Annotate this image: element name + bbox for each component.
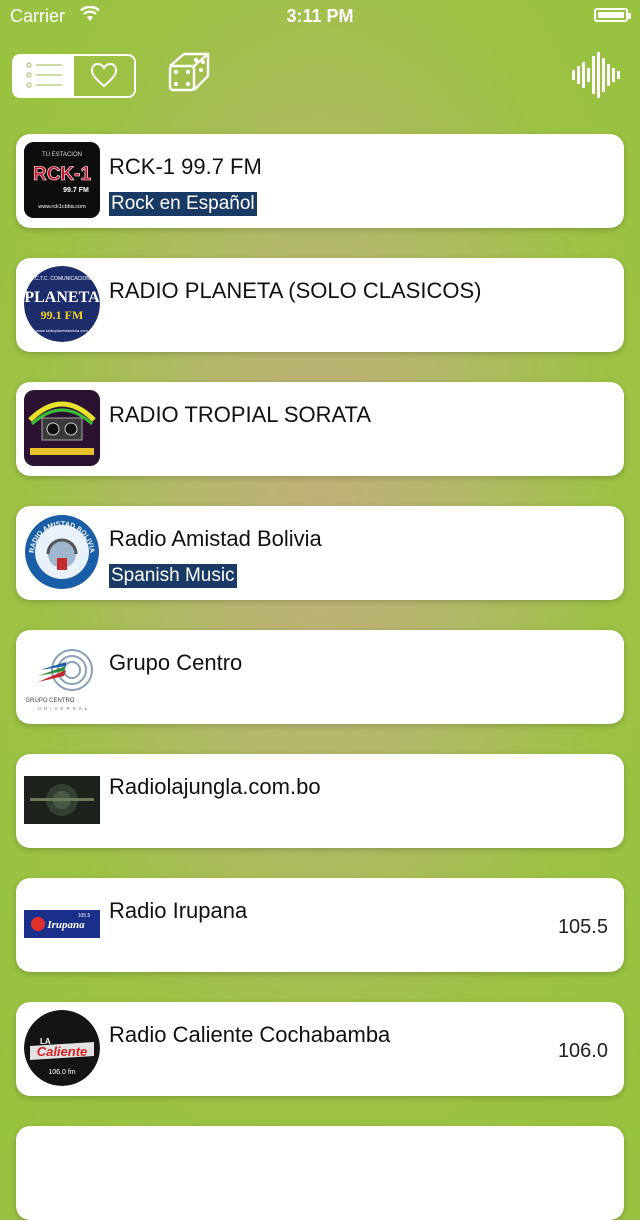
- all-stations-tab[interactable]: [14, 56, 74, 96]
- logo-grupo-centro-line2: UNIVERSAL: [38, 706, 91, 711]
- logo-rck1-top: TU ESTACION: [42, 152, 82, 158]
- station-genre: Rock en Español: [109, 192, 257, 216]
- logo-rck1-main: RCK-1: [33, 164, 91, 185]
- logo-caliente-main: Caliente: [37, 1044, 88, 1059]
- station-row[interactable]: Irupana 105.5 Radio Irupana 105.5: [16, 878, 624, 972]
- station-row[interactable]: [16, 1126, 624, 1220]
- station-name: RADIO PLANETA (SOLO CLASICOS): [109, 278, 482, 303]
- logo-planeta-sub: 99.1 FM: [41, 308, 84, 322]
- station-frequency: 105.5: [557, 916, 608, 938]
- waveform-icon[interactable]: [570, 52, 624, 98]
- station-row[interactable]: TU ESTACION RCK-1 99.7 FM www.rck1cbba.c…: [16, 134, 624, 228]
- station-logo: LA Caliente 106.0 fm: [24, 1010, 100, 1086]
- station-genre: Spanish Music: [109, 564, 237, 588]
- logo-irupana-main: Irupana: [46, 919, 85, 931]
- list-icon: [26, 62, 62, 88]
- station-row[interactable]: RADIO TROPIAL SORATA: [16, 382, 624, 476]
- station-row[interactable]: I.D.C.T.C. COMUNICACIONES PLANETA 99.1 F…: [16, 258, 624, 352]
- station-row[interactable]: RADIO AMISTAD BOLIVIA Radio Amistad Boli…: [16, 506, 624, 600]
- logo-irupana-sub: 105.5: [78, 913, 91, 919]
- logo-rck1-sub: 99.7 FM: [63, 187, 89, 194]
- heart-icon: [90, 63, 118, 88]
- favorites-tab[interactable]: [74, 56, 134, 96]
- clock: 3:11 PM: [286, 6, 354, 26]
- station-name: Radiolajungla.com.bo: [109, 774, 321, 799]
- station-logo: RADIO AMISTAD BOLIVIA: [24, 514, 100, 590]
- station-name: RCK-1 99.7 FM: [109, 154, 262, 179]
- station-logo: TU ESTACION RCK-1 99.7 FM www.rck1cbba.c…: [24, 142, 100, 218]
- logo-planeta-url: www.radioplanetabolivia.com: [36, 328, 88, 333]
- logo-caliente-sub: 106.0 fm: [48, 1069, 75, 1076]
- station-name: Radio Caliente Cochabamba: [109, 1022, 391, 1047]
- logo-grupo-centro-line1: GRUPO CENTRO: [25, 698, 74, 704]
- station-name: RADIO TROPIAL SORATA: [109, 402, 372, 427]
- station-logo: GRUPO CENTRO UNIVERSAL: [24, 638, 100, 714]
- station-frequency: 106.0: [557, 1040, 608, 1062]
- station-row[interactable]: GRUPO CENTRO UNIVERSAL Grupo Centro: [16, 630, 624, 724]
- toolbar: [0, 52, 640, 100]
- dice-icon[interactable]: [166, 46, 220, 100]
- status-bar: Carrier 3:11 PM: [0, 0, 640, 32]
- station-logo: I.D.C.T.C. COMUNICACIONES PLANETA 99.1 F…: [24, 266, 100, 342]
- station-row[interactable]: LA Caliente 106.0 fm Radio Caliente Coch…: [16, 1002, 624, 1096]
- station-name: Radio Amistad Bolivia: [109, 526, 322, 551]
- logo-planeta-main: PLANETA: [24, 289, 100, 306]
- station-name: Radio Irupana: [109, 898, 248, 923]
- view-segmented-control: [12, 54, 136, 98]
- station-logo: [24, 390, 100, 466]
- station-logo: [24, 762, 100, 838]
- battery-icon: [594, 8, 631, 22]
- logo-planeta-top: I.D.C.T.C. COMUNICACIONES: [27, 276, 97, 282]
- station-name: Grupo Centro: [109, 650, 243, 675]
- station-logo: Irupana 105.5: [24, 886, 100, 962]
- station-row[interactable]: Radiolajungla.com.bo: [16, 754, 624, 848]
- logo-rck1-url: www.rck1cbba.com: [37, 204, 86, 210]
